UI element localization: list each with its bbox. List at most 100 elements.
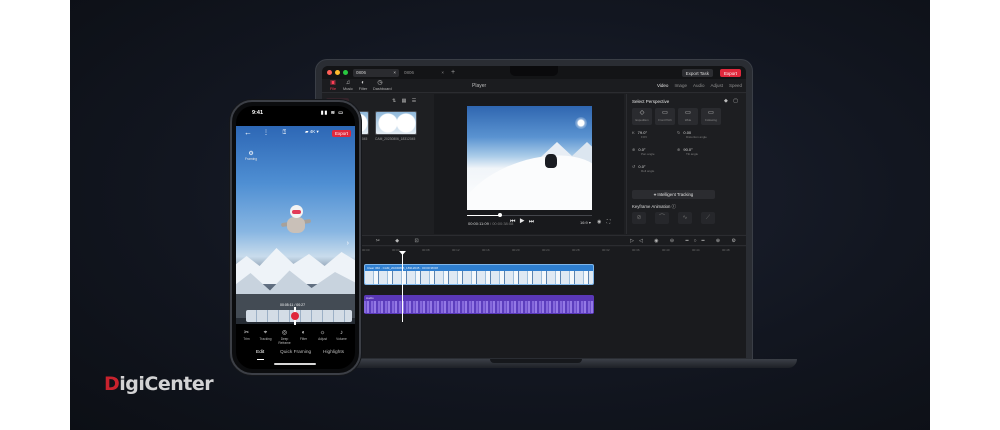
param-distortion[interactable]: ↻ 0.00 Distortion angle [677, 130, 707, 139]
ruler-tick-label: 00:12 [452, 248, 460, 252]
perspective-expedition[interactable]: ◇ Expedition [632, 108, 652, 125]
ruler-tick-label: 00:44 [692, 248, 700, 252]
main-toolbar: ▣ File ♫ Music ◐ Filter ◷ Dashboard Player V… [322, 79, 746, 93]
phone-top-icons[interactable]: ⋮ ⍰ [263, 129, 292, 137]
active-nav-indicator [257, 359, 264, 360]
keyframe-preset[interactable]: ⊘ [632, 212, 646, 224]
player-extra-icons[interactable]: ◉ ⛶ [597, 219, 612, 225]
timeline-zoom-controls[interactable]: ▷◁ ◉ ⊖ ━○━ ⊕ ⚙ [630, 238, 741, 244]
param-tilt[interactable]: ⊕ 90.0° Tilt angle [677, 147, 698, 156]
audio-waveform [364, 301, 594, 313]
back-arrow-icon[interactable]: ← [244, 128, 252, 137]
dashboard-icon: ◷ [377, 80, 383, 86]
minimize-window-icon[interactable] [335, 70, 340, 75]
inspector-tabs: Video Image Audio Adjust Speed [657, 83, 742, 88]
phone-playhead-handle[interactable] [291, 312, 299, 320]
front-pitch-icon: ▭ [662, 110, 668, 116]
export-task-button[interactable]: Export Task [681, 69, 713, 77]
phone-export-button[interactable]: Export [332, 130, 352, 137]
tool-file[interactable]: ▣ File [326, 80, 340, 91]
maximize-window-icon[interactable] [343, 70, 348, 75]
perspective-wide[interactable]: ▭ Wide [678, 108, 698, 125]
ruler-tick-label: 00:32 [602, 248, 610, 252]
playback-time: 00:00:11:09 / 00:00:38:08 [468, 221, 514, 226]
phone-tool-volume[interactable]: ♪ Volume [332, 329, 351, 341]
nav-quick-framing[interactable]: Quick Framing [280, 350, 311, 355]
perspective-options-icon[interactable]: ◆ ▢ [724, 98, 740, 104]
keyframe-preset[interactable]: ⟋ [701, 212, 715, 224]
keyframe-preset[interactable]: ⌒ [655, 212, 669, 224]
param-pan[interactable]: ⊕ 0.0° Pan angle [632, 147, 655, 156]
framing-button[interactable]: ⚙ Framing [245, 150, 257, 161]
perspective-options: ◇ Expedition ▭ Front Pitch ▭ Wide ▭ Followin… [632, 108, 721, 125]
filter-icon: ◐ [361, 80, 365, 86]
quality-select[interactable]: ▰ 4K ▾ [305, 129, 319, 135]
tool-music[interactable]: ♫ Music [341, 80, 355, 91]
inspector-panel: Select Perspective ◆ ▢ ◇ Expedition ▭ Fron… [626, 94, 746, 234]
tab-audio[interactable]: Audio [693, 83, 705, 88]
playhead[interactable] [402, 252, 403, 322]
signal-wifi-battery-icon: ▮▮ ≋ ▭ [320, 110, 344, 116]
keyframe-preset[interactable]: ∿ [678, 212, 692, 224]
adjust-icon: ☼ [319, 330, 326, 336]
home-indicator [274, 363, 316, 365]
playback-controls[interactable]: ⏮▶⏭ [510, 219, 538, 226]
snowboarder [545, 154, 557, 168]
phone-timeline-strip[interactable] [246, 310, 352, 322]
video-track-clip[interactable]: Clear 360 · CAM_20230806_18312045 · 00:0… [364, 264, 594, 285]
export-button[interactable]: Export [719, 69, 741, 77]
perspective-front-pitch[interactable]: ▭ Front Pitch [655, 108, 675, 125]
perspective-following[interactable]: ▭ Following [701, 108, 721, 125]
project-tab[interactable]: 0806 × [401, 69, 447, 77]
nav-highlights[interactable]: Highlights [323, 350, 344, 355]
scrubber-handle[interactable] [498, 213, 502, 217]
next-icon[interactable]: ⏭ [529, 219, 538, 225]
media-icon: ▣ [330, 80, 336, 86]
phone-tool-adjust[interactable]: ☼ Adjust [313, 329, 332, 341]
audio-track-clip[interactable]: Audio [364, 295, 594, 314]
reframe-icon: ◎ [281, 330, 288, 336]
tab-adjust[interactable]: Adjust [710, 83, 723, 88]
aspect-ratio-select[interactable]: 16:9 ▾ [580, 220, 591, 225]
audio-track-label: Audio [366, 296, 374, 300]
project-tab[interactable]: 0806 × [353, 68, 399, 77]
video-preview[interactable] [467, 106, 592, 210]
keyframe-title: Keyframe Animation ⓘ [632, 204, 676, 209]
tracking-icon: ⌖ [653, 192, 657, 197]
media-clip-name: CAM_20230806_18312045 [375, 137, 416, 141]
filter-icon: ◐ [301, 330, 306, 336]
video-track-thumbnails [365, 271, 593, 284]
tool-dashboard[interactable]: ◷ Dashboard [373, 80, 392, 91]
ruler-tick-label: 00:16 [482, 248, 490, 252]
following-icon: ▭ [708, 110, 714, 116]
play-icon[interactable]: ▶ [519, 219, 528, 225]
tab-image[interactable]: Image [674, 83, 687, 88]
ruler-tick-label: 00:20 [512, 248, 520, 252]
media-view-icons[interactable]: ⇅ ▦ ☰ [392, 98, 418, 104]
new-tab-icon[interactable]: + [451, 69, 455, 76]
scrubber-progress [467, 215, 500, 216]
intelligent-tracking-button[interactable]: ⌖ Intelligent Tracking [632, 190, 715, 199]
close-window-icon[interactable] [327, 70, 332, 75]
watermark-logo: DigiCenter [104, 373, 214, 395]
media-clip-thumbnail[interactable] [375, 111, 417, 135]
phone-tool-tracking[interactable]: ⌖ Tracking [256, 329, 275, 341]
phone-bottom-nav: Edit Quick Framing Highlights [236, 350, 355, 360]
keyframe-presets: ⊘ ⌒ ∿ ⟋ [632, 212, 715, 224]
tool-filter[interactable]: ◐ Filter [356, 80, 370, 91]
tab-video[interactable]: Video [657, 83, 668, 88]
chevron-right-icon[interactable]: › [347, 240, 349, 247]
tab-speed[interactable]: Speed [729, 83, 742, 88]
ruler-tick-label: 00:24 [542, 248, 550, 252]
laptop-screen: 0806 × 0806 × + Export Task Export ▣ File ♫… [322, 66, 746, 358]
expedition-icon: ◇ [639, 110, 645, 116]
ruler-tick-label: 00:08 [422, 248, 430, 252]
nav-edit[interactable]: Edit [256, 350, 264, 355]
hero-background: 0806 × 0806 × + Export Task Export ▣ File ♫… [70, 0, 930, 430]
phone-tool-filter[interactable]: ◐ Filter [294, 329, 313, 341]
param-roll[interactable]: ↺ 0.0° Roll angle [632, 164, 654, 173]
phone-tool-deep-reframe[interactable]: ◎ Deep Reframe [275, 329, 294, 345]
param-fov[interactable]: K 79.0° FOV [632, 130, 647, 139]
phone-tool-trim[interactable]: ✂ Trim [237, 329, 256, 341]
previous-icon[interactable]: ⏮ [510, 219, 519, 225]
